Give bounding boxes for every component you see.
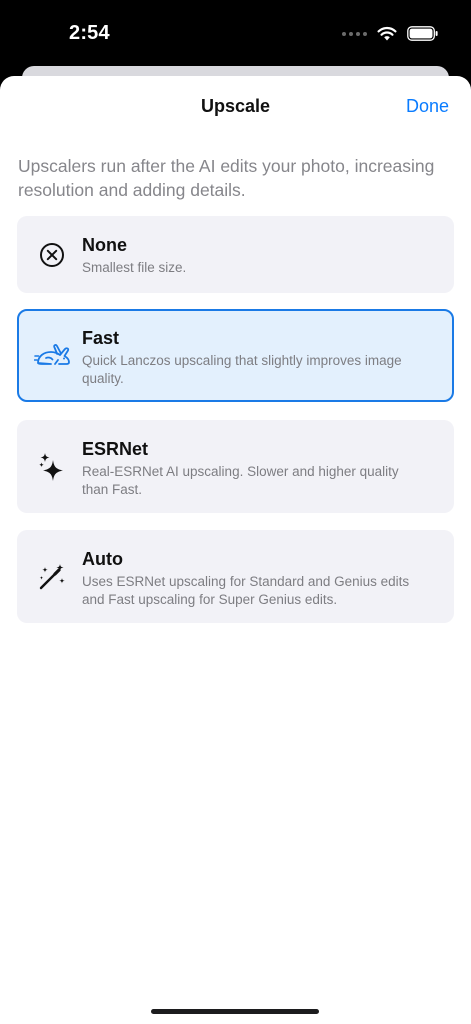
wifi-icon [377,26,397,41]
battery-icon [407,26,438,41]
home-indicator [151,1009,319,1014]
cellular-signal-icon [342,31,367,36]
sheet-title: Upscale [200,96,271,116]
status-icons [342,26,439,41]
option-description: Quick Lanczos upscaling that slightly im… [82,353,402,386]
upscale-description: Upscalers run after the AI edits your ph… [18,156,435,200]
option-title: None [82,235,127,255]
option-title: Auto [82,549,123,569]
status-bar: 2:54 [0,0,471,70]
option-none[interactable]: None Smallest file size. [17,216,454,293]
option-esrnet[interactable]: ESRNet Real-ESRNet AI upscaling. Slower … [17,420,454,513]
option-title: Fast [82,328,120,348]
upscale-sheet: Upscale Done Upscalers run after the AI … [0,76,471,1024]
option-auto[interactable]: Auto Uses ESRNet upscaling for Standard … [17,530,454,623]
option-description: Uses ESRNet upscaling for Standard and G… [82,574,410,607]
done-button[interactable]: Done [406,96,449,117]
option-description: Smallest file size. [82,260,187,275]
magic-wand-icon [37,562,67,592]
rabbit-icon [33,340,73,370]
x-circle-icon [37,240,67,270]
option-fast[interactable]: Fast Quick Lanczos upscaling that slight… [17,309,454,402]
option-title: ESRNet [82,439,149,459]
sparkles-icon [37,452,67,482]
status-time: 2:54 [69,22,110,44]
option-description: Real-ESRNet AI upscaling. Slower and hig… [82,464,399,497]
